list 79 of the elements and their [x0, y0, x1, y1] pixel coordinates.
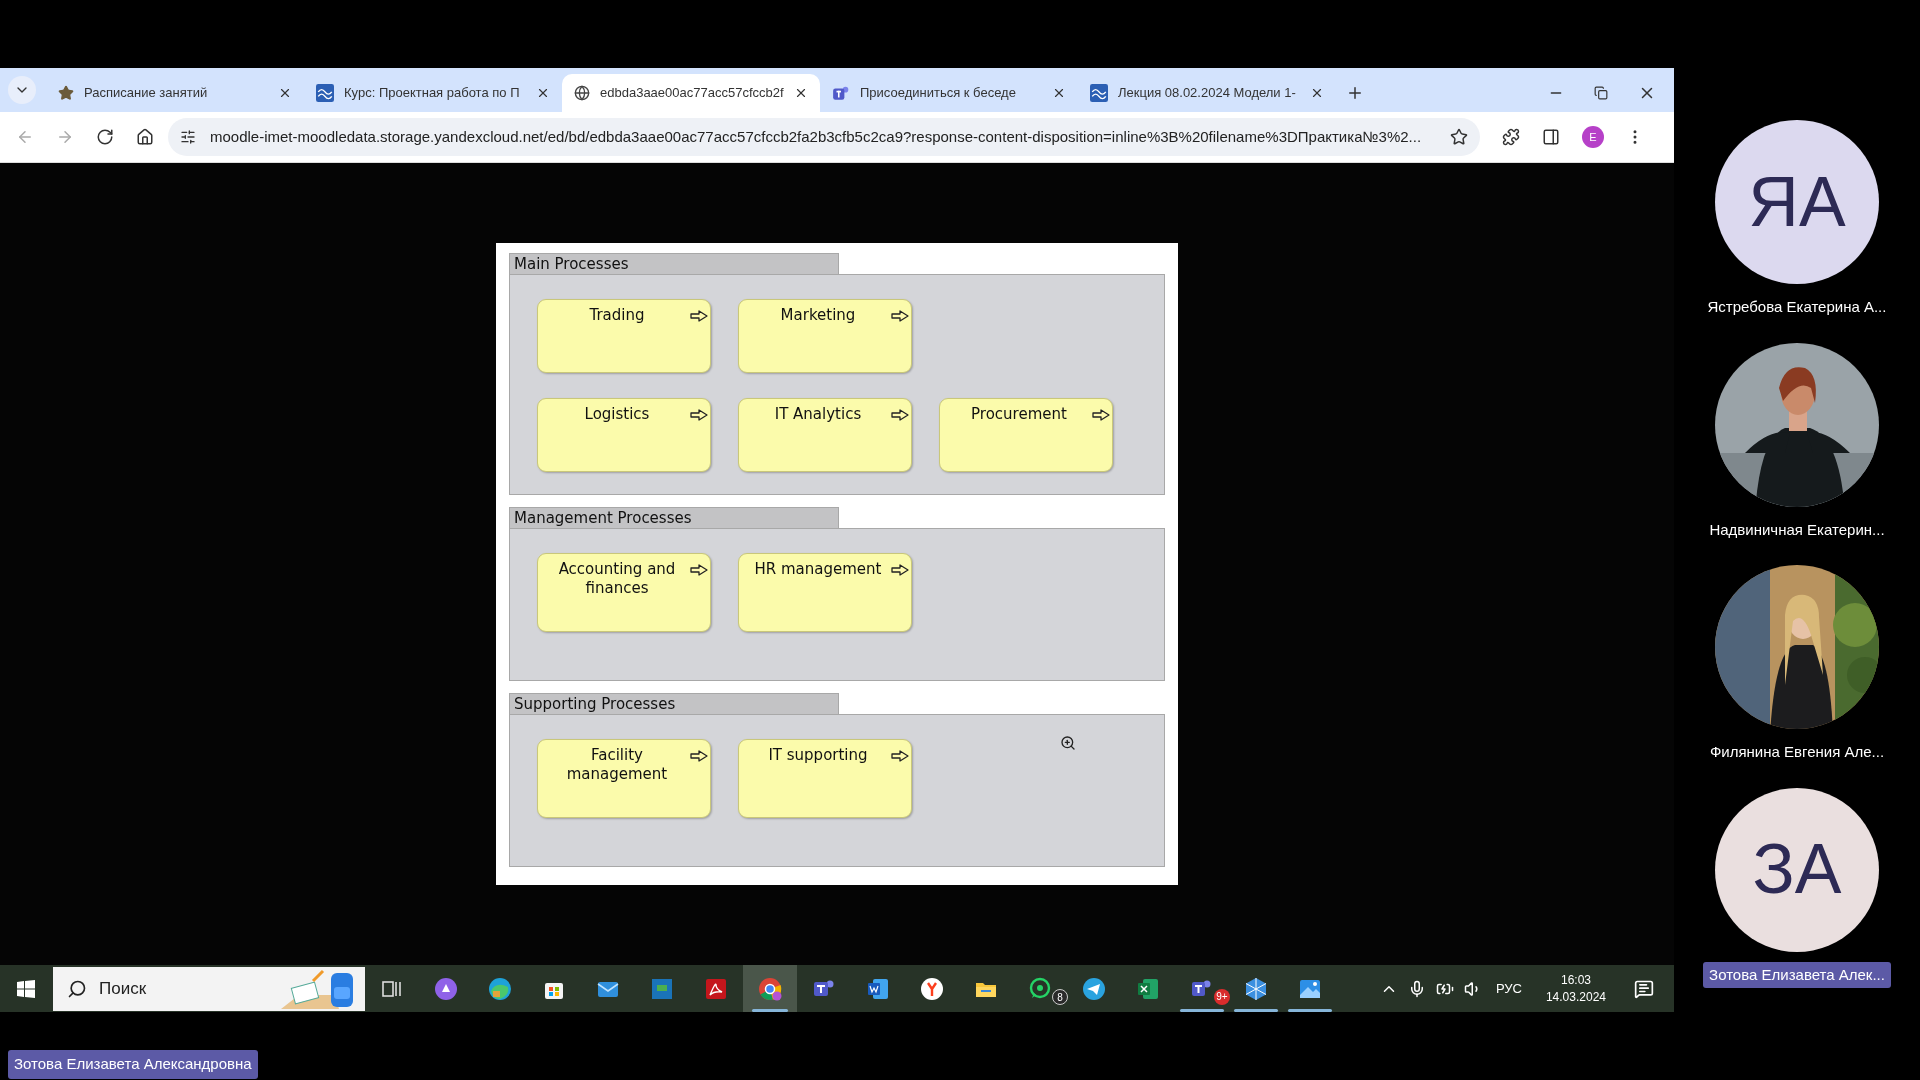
process-label: Trading	[588, 306, 646, 325]
star-icon	[58, 85, 74, 101]
browser-icon[interactable]	[758, 976, 782, 1001]
close-icon[interactable]	[536, 86, 550, 100]
browser-icon[interactable]	[920, 976, 944, 1001]
process-label: Accounting and finances	[557, 560, 677, 598]
group-title: Supporting Processes	[509, 693, 839, 714]
word-processor-icon[interactable]	[866, 976, 890, 1001]
notification-badge: 9+	[1214, 989, 1230, 1005]
home-icon[interactable]	[136, 128, 154, 146]
notification-badge: 8	[1052, 989, 1068, 1005]
browser-tab[interactable]: Присоединиться к беседе	[820, 74, 1078, 112]
browser-tab[interactable]: edbda3aae00ac77acc57cfccb2f	[562, 74, 820, 112]
browser-tab[interactable]: Курс: Проектная работа по П	[304, 74, 562, 112]
profile-avatar[interactable]: E	[1582, 126, 1604, 148]
process-label: Logistics	[583, 405, 651, 424]
taskbar-app[interactable]: 8	[1013, 965, 1067, 1012]
extensions-icon[interactable]	[1502, 128, 1520, 146]
wave-icon	[1090, 84, 1108, 102]
process-label: IT supporting	[767, 746, 869, 765]
address-field[interactable]: moodle-imet-moodledata.storage.yandexcloud.net/ed/bd/edbda3aae00ac77acc57cfccb2fa2b3cfb5c2ca9?response-content-disposition=inline%3B%20filename%3DПрактика№3%2...	[168, 118, 1480, 156]
arrow-icon	[690, 409, 708, 421]
participant-name: Надвиничная Екатерин...	[1709, 519, 1885, 540]
language-indicator[interactable]: РУС	[1495, 978, 1522, 999]
tab-search-button[interactable]	[8, 76, 36, 104]
start-icon[interactable]	[16, 978, 36, 999]
process-label: HR management	[753, 560, 883, 579]
close-icon[interactable]	[278, 86, 292, 100]
clock[interactable]: 16:03 14.03.2024	[1545, 971, 1606, 1006]
clock-time: 16:03	[1560, 971, 1591, 989]
globe-icon	[574, 85, 590, 101]
arrow-icon	[891, 310, 909, 322]
grid-app-icon[interactable]	[650, 976, 674, 1001]
avatar-initials: ЗА	[1752, 829, 1842, 910]
arrow-icon	[1092, 409, 1110, 421]
participant-name: Зотова Елизавета Алек...	[1703, 961, 1891, 988]
pdf-icon[interactable]	[704, 976, 728, 1001]
hexagon-icon[interactable]	[1244, 976, 1268, 1001]
browser-tab[interactable]: Расписание занятий	[46, 74, 304, 112]
search-icon	[67, 978, 87, 999]
site-settings-icon[interactable]	[180, 129, 196, 145]
participant-name: Ястребова Екатерина А...	[1707, 297, 1887, 317]
group-title: Management Processes	[509, 507, 839, 528]
chat-bubble-icon[interactable]	[1028, 976, 1052, 1001]
group-title: Main Processes	[509, 253, 839, 274]
arrow-icon	[891, 409, 909, 421]
restore-icon[interactable]	[1594, 86, 1608, 100]
close-icon[interactable]	[1310, 86, 1324, 100]
arrow-icon	[690, 564, 708, 576]
close-icon[interactable]	[794, 86, 808, 100]
browser-tab[interactable]: Лекция 08.02.2024 Модели 1-	[1078, 74, 1336, 112]
spreadsheet-icon[interactable]	[1136, 976, 1160, 1001]
arrow-icon	[690, 750, 708, 762]
arrow-icon	[690, 310, 708, 322]
browser-icon[interactable]	[488, 976, 512, 1001]
clock-date: 14.03.2024	[1545, 988, 1606, 1006]
search-field[interactable]: Поиск	[53, 966, 365, 1011]
process-label: IT Analytics	[773, 405, 863, 424]
presenter-name-label: Зотова Елизавета Александровна	[8, 1050, 258, 1079]
arrow-icon	[891, 564, 909, 576]
side-panel-icon[interactable]	[1542, 128, 1560, 146]
process-label: Marketing	[779, 306, 857, 325]
bookmark-icon[interactable]	[1450, 128, 1468, 146]
participant-name: Филянина Евгения Але...	[1709, 742, 1885, 762]
wave-icon	[316, 84, 334, 102]
taskbar-app[interactable]: 9+	[1175, 965, 1229, 1012]
arrow-icon	[891, 750, 909, 762]
chat-app-icon	[832, 84, 850, 102]
process-label: Procurement	[970, 405, 1068, 424]
new-tab-icon[interactable]	[1346, 84, 1364, 102]
reload-icon[interactable]	[96, 128, 114, 146]
paper-plane-icon[interactable]	[1082, 976, 1106, 1001]
notifications-icon[interactable]	[1634, 978, 1654, 999]
avatar-initials: ЯА	[1748, 161, 1846, 243]
address-text: moodle-imet-moodledata.storage.yandexcloud.net/ed/bd/edbda3aae00ac77acc57cfccb2fa2b3cfb5c2ca9?response-content-disposition=inline%3B%20filename%3DПрактика№3%2...	[210, 126, 1423, 147]
close-icon[interactable]	[1052, 86, 1066, 100]
assistant-icon[interactable]	[434, 976, 458, 1001]
process-label: Facility management	[565, 746, 669, 784]
zoom-cursor-icon	[1060, 735, 1076, 751]
